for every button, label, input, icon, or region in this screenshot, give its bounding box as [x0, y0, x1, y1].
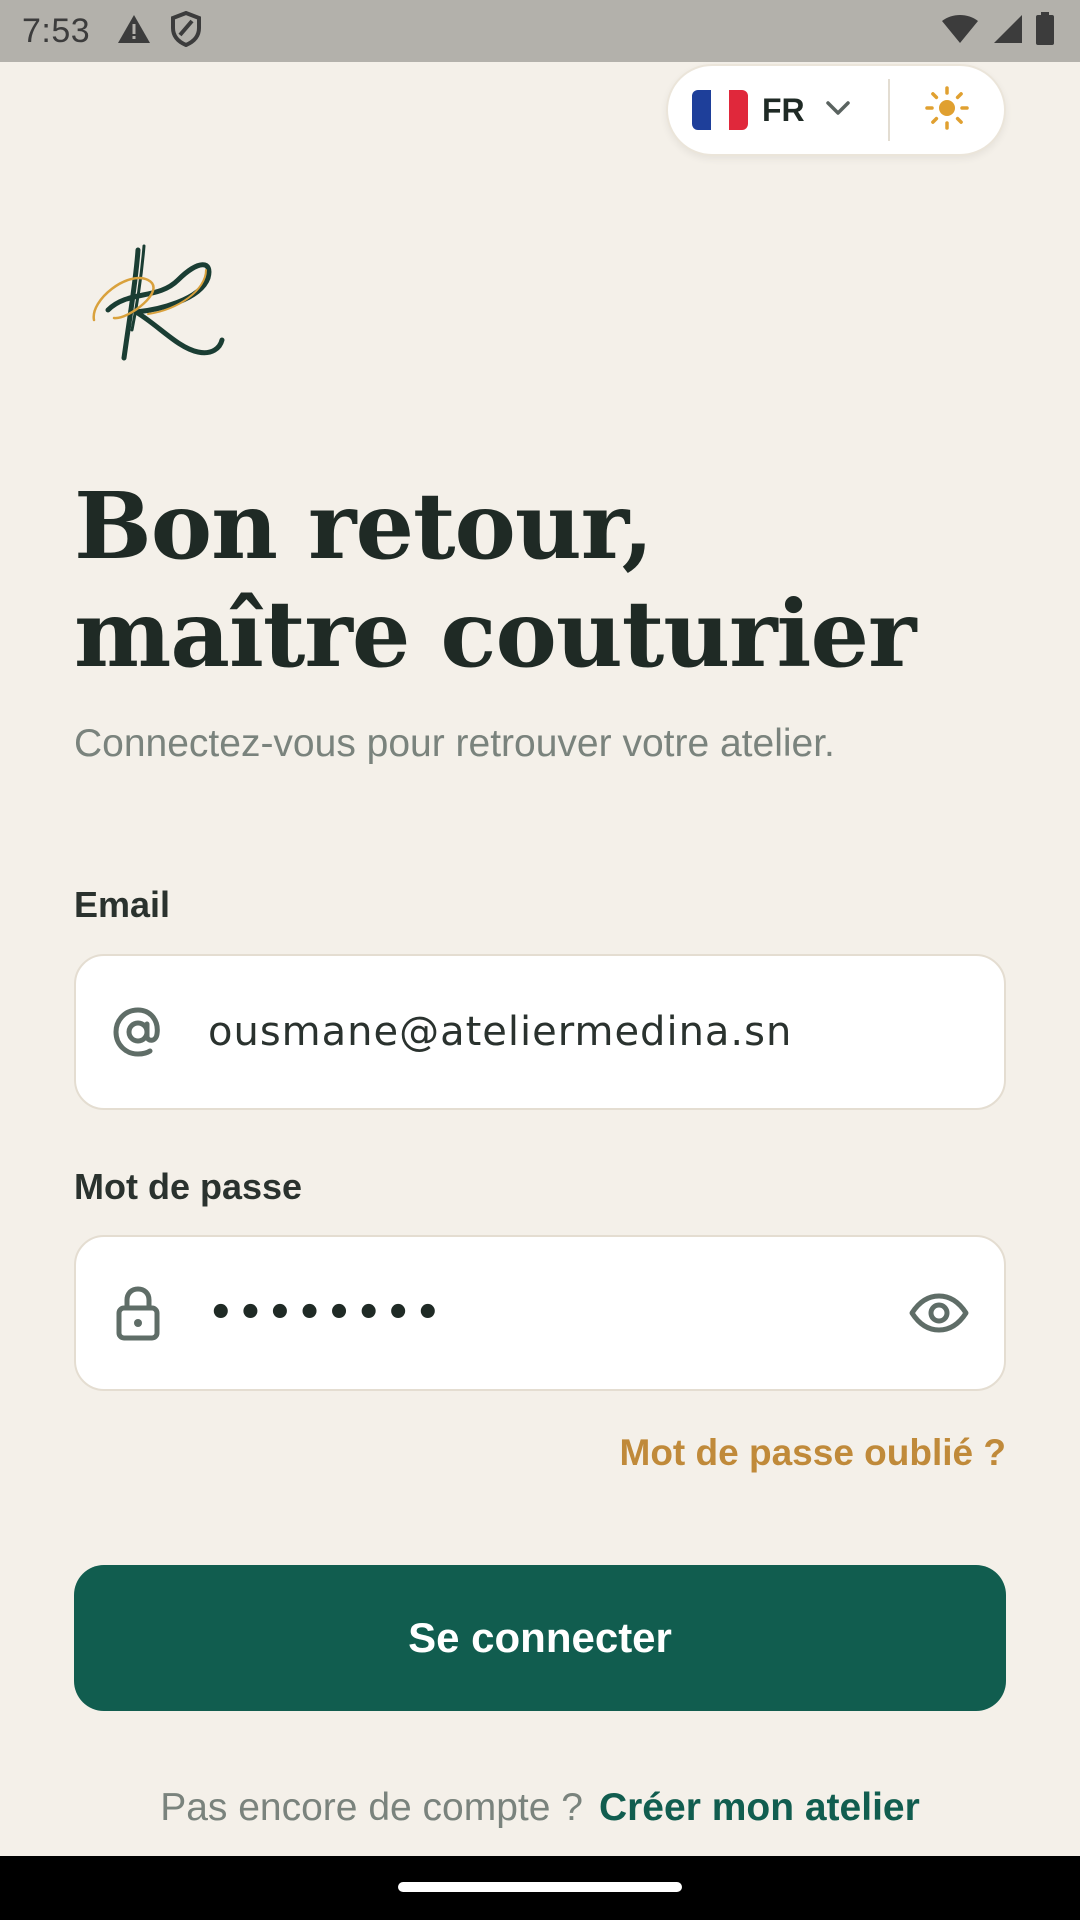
- password-label: Mot de passe: [74, 1166, 303, 1207]
- shield-icon: [170, 10, 202, 52]
- theme-toggle-button[interactable]: [890, 66, 1004, 154]
- title-line-2: maître couturier: [74, 580, 917, 688]
- status-bar: 7:53: [0, 0, 1080, 62]
- signal-icon: [990, 13, 1024, 50]
- france-flag-icon: [692, 90, 748, 130]
- page-subtitle: Connectez-vous pour retrouver votre atel…: [74, 722, 835, 765]
- lock-icon: [108, 1283, 168, 1343]
- flag-stripe: [692, 90, 711, 130]
- battery-icon: [1034, 11, 1056, 51]
- chevron-down-icon: [825, 99, 851, 122]
- title-line-1: Bon retour,: [74, 472, 654, 580]
- language-code: FR: [762, 91, 805, 128]
- flag-stripe: [729, 90, 748, 130]
- signup-prompt: Pas encore de compte ?: [160, 1786, 583, 1829]
- login-button[interactable]: Se connecter: [74, 1565, 1006, 1711]
- email-label: Email: [74, 884, 171, 925]
- status-time: 7:53: [22, 11, 91, 50]
- at-icon: [108, 1002, 168, 1062]
- warning-icon: [116, 13, 152, 50]
- email-input[interactable]: [208, 1009, 1004, 1055]
- language-selector[interactable]: FR: [668, 66, 888, 154]
- top-controls: FR: [666, 64, 1006, 156]
- sun-icon: [924, 85, 970, 136]
- create-atelier-link[interactable]: Créer mon atelier: [599, 1786, 920, 1830]
- signup-row: Pas encore de compte ? Créer mon atelier: [0, 1786, 1080, 1830]
- home-indicator[interactable]: [398, 1882, 682, 1892]
- email-field[interactable]: [74, 954, 1006, 1110]
- wifi-icon: [940, 13, 980, 50]
- page-title: Bon retour, maître couturier: [74, 472, 1034, 688]
- password-field[interactable]: ••••••••: [74, 1235, 1006, 1391]
- eye-icon[interactable]: [904, 1283, 974, 1343]
- forgot-password-link[interactable]: Mot de passe oublié ?: [620, 1432, 1007, 1474]
- flag-stripe: [710, 90, 730, 130]
- password-input[interactable]: ••••••••: [208, 1290, 904, 1336]
- app-logo: [88, 240, 228, 370]
